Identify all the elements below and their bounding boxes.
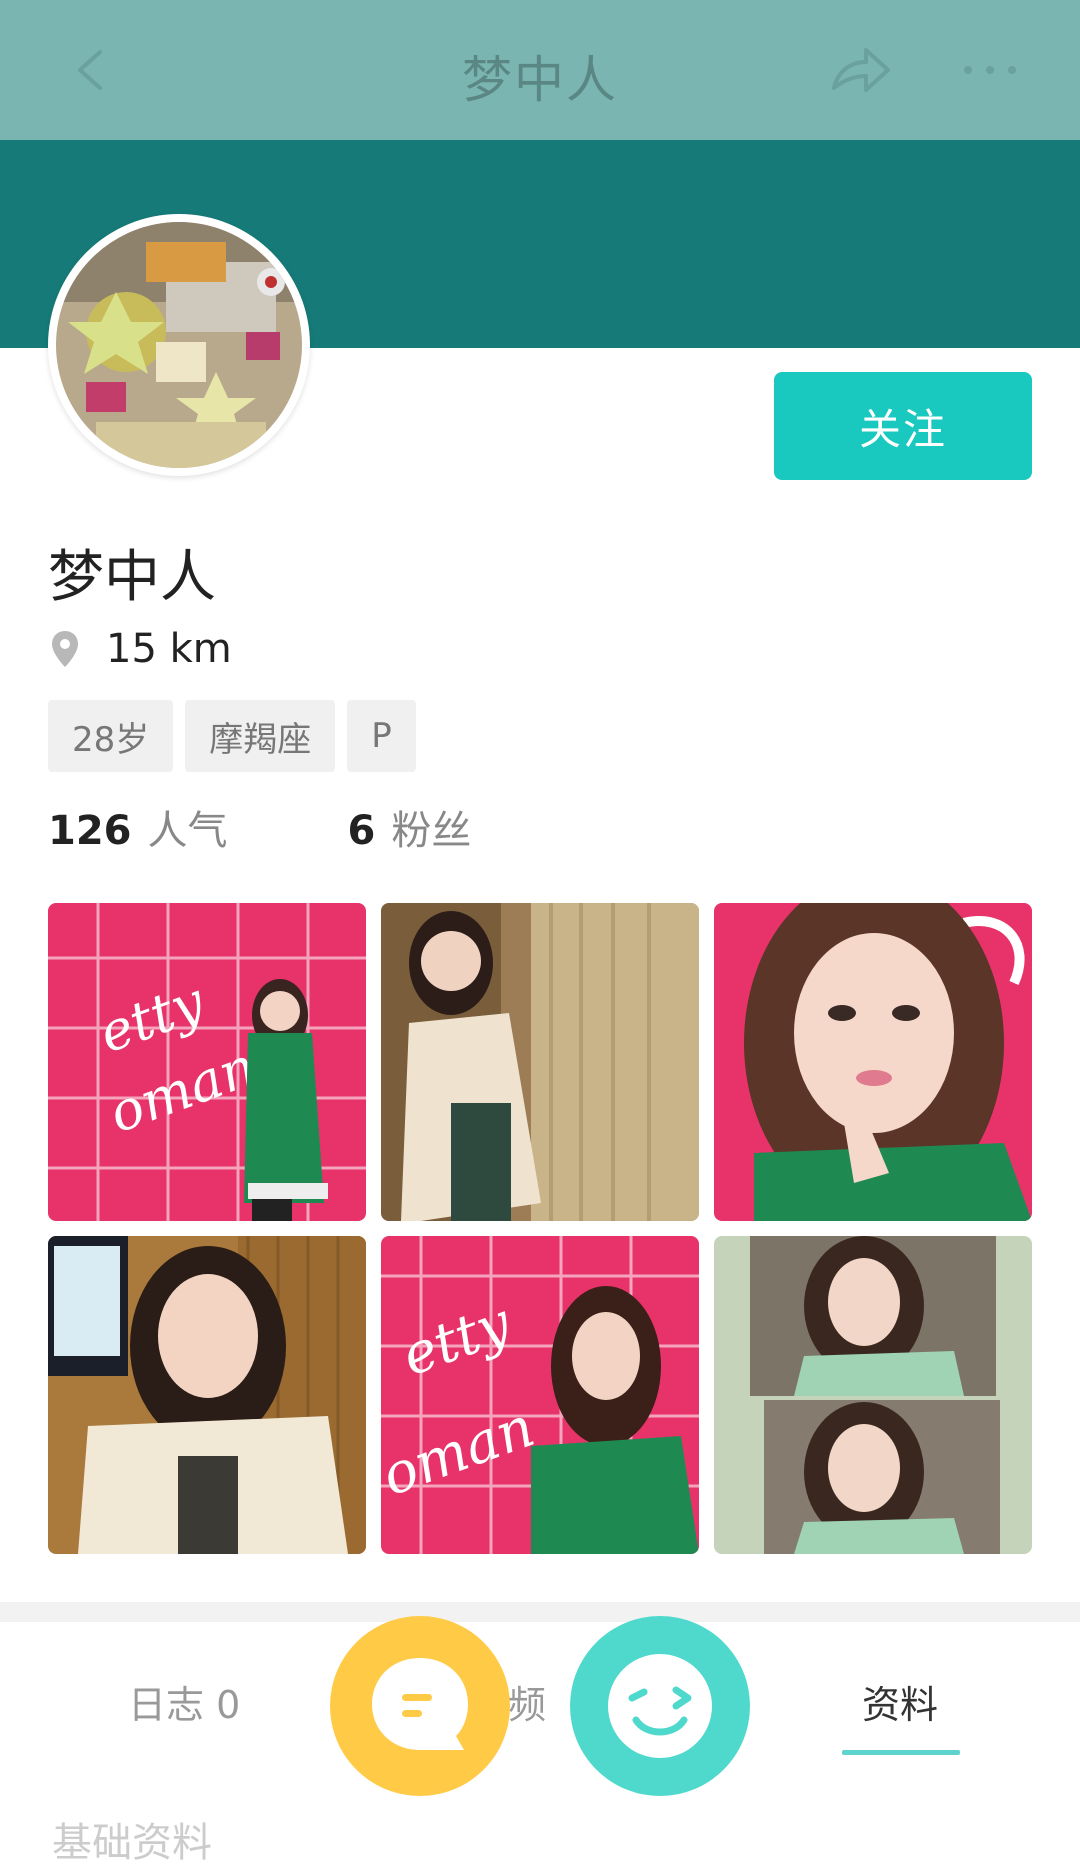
popularity-label: 人气 xyxy=(147,808,228,854)
distance-value: 15 km xyxy=(106,626,232,672)
active-tab-indicator xyxy=(842,1750,960,1755)
tag-zodiac: 摩羯座 xyxy=(185,700,336,772)
more-dots-icon[interactable] xyxy=(960,60,1020,80)
page-title: 梦中人 xyxy=(462,51,618,109)
profile-name: 梦中人 xyxy=(48,545,216,610)
chat-button[interactable] xyxy=(330,1616,510,1796)
section-divider xyxy=(0,1602,1080,1622)
distance-row: 15 km xyxy=(50,624,232,674)
content-tabs: 日志 0 视频 资料 xyxy=(0,1622,1080,1762)
tag-extra: P xyxy=(347,700,416,772)
wink-button[interactable] xyxy=(570,1616,750,1796)
location-pin-icon xyxy=(52,631,78,667)
avatar[interactable] xyxy=(48,214,310,476)
popularity-stat: 126 人气 xyxy=(48,798,228,856)
tab-diary[interactable]: 日志 0 xyxy=(128,1674,240,1729)
follow-button[interactable]: 关注 xyxy=(774,372,1032,480)
fans-stat[interactable]: 6 粉丝 xyxy=(348,798,472,856)
top-nav-bar: 梦中人 xyxy=(0,0,1080,140)
fans-label: 粉丝 xyxy=(391,808,472,854)
profile-stats: 126 人气 6 粉丝 xyxy=(48,798,471,856)
photo-3[interactable] xyxy=(714,903,1032,1221)
photo-5[interactable]: etty oman xyxy=(381,1236,699,1554)
chat-bubble-icon xyxy=(372,1658,468,1750)
photo-grid: etty oman etty oman xyxy=(48,903,1032,1554)
popularity-value: 126 xyxy=(48,808,132,854)
fans-value: 6 xyxy=(347,808,376,854)
wink-face-icon xyxy=(608,1654,712,1758)
photo-2[interactable] xyxy=(381,903,699,1221)
photo-4[interactable] xyxy=(48,1236,366,1554)
share-icon[interactable] xyxy=(828,44,892,100)
avatar-image xyxy=(56,222,302,468)
photo-1[interactable]: etty oman xyxy=(48,903,366,1221)
tag-age: 28岁 xyxy=(48,700,174,772)
basic-info-heading: 基础资料 xyxy=(52,1820,212,1866)
profile-tags: 28岁 摩羯座 P xyxy=(48,700,416,772)
tab-profile[interactable]: 资料 xyxy=(862,1674,938,1729)
photo-6[interactable] xyxy=(714,1236,1032,1554)
